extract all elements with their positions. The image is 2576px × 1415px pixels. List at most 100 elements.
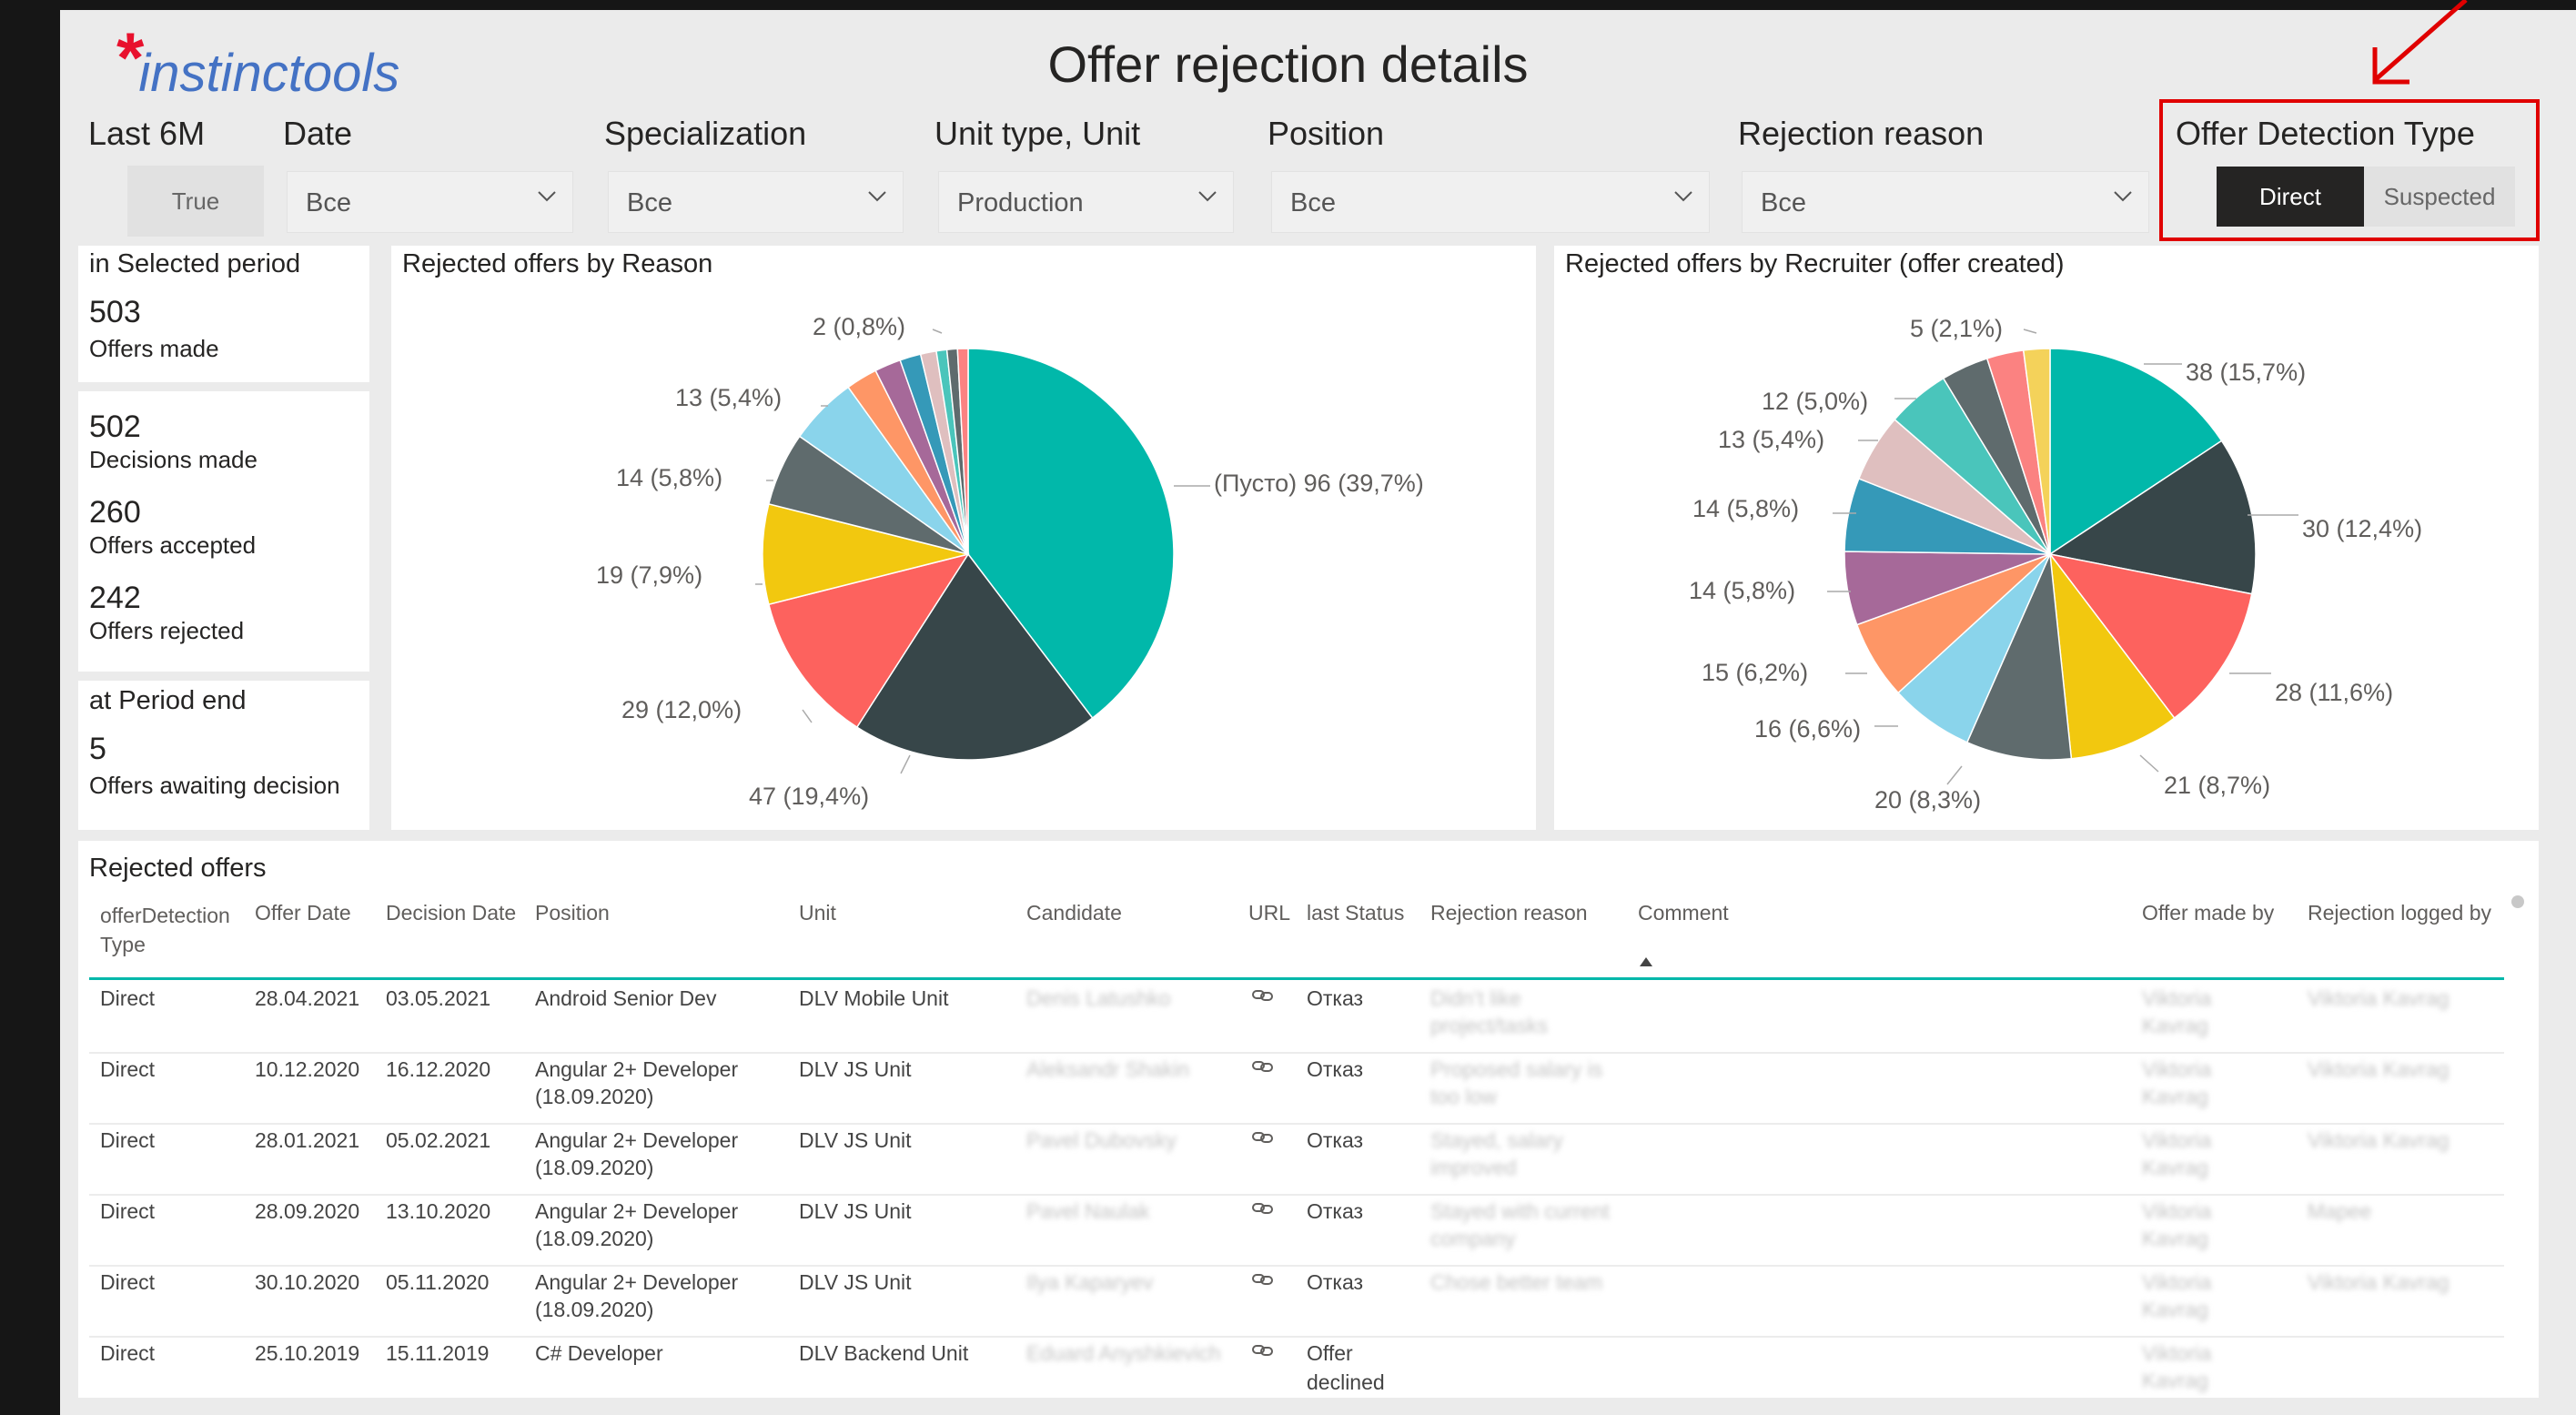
kpi-card-period-end: at Period end 5 Offers awaiting decision [78,681,369,830]
cell-made-by-redacted: Viktoria [2142,1341,2212,1365]
col-header-position[interactable]: Position [535,901,610,925]
cell-position-line2: (18.09.2020) [535,1298,654,1321]
cell-candidate-redacted: Ilya Kaparyev [1026,1270,1154,1294]
position-dropdown[interactable]: Все [1271,171,1710,233]
col-header-status[interactable]: last Status [1307,901,1404,925]
link-icon[interactable] [1251,1272,1275,1287]
pie-chart-reason[interactable] [391,246,1536,830]
pie-reason-label-3: 29 (12,0%) [621,696,742,723]
pie-recruiter-label-2: 30 (12,4%) [2302,515,2423,542]
cell-candidate-redacted: Pavel Naulak [1026,1199,1150,1223]
unit-dropdown[interactable]: Production [938,171,1234,233]
cell-made-by-redacted: Kavrag [2142,1298,2208,1321]
col-header-unit[interactable]: Unit [799,901,836,925]
cell-unit: DLV Backend Unit [799,1341,969,1365]
col-header-decision-date[interactable]: Decision Date [386,901,516,925]
cell-candidate-redacted: Eduard Anyshkievich [1026,1341,1221,1365]
cell-reason-redacted: Stayed with current [1430,1199,1610,1223]
link-icon[interactable] [1251,1059,1275,1074]
cell-type: Direct [100,1128,156,1152]
cell-type: Direct [100,986,156,1010]
cell-reason-redacted: Proposed salary is [1430,1057,1603,1081]
cell-reason-redacted: company [1430,1227,1516,1250]
chevron-down-icon [1674,191,1692,202]
scrollbar-thumb[interactable] [2511,895,2524,908]
link-icon[interactable] [1251,1343,1275,1358]
cell-made-by-redacted: Kavrag [2142,1227,2208,1250]
pie-reason-label-4: 19 (7,9%) [596,561,703,589]
cell-type: Direct [100,1057,156,1081]
pie-recruiter-label-4: 21 (8,7%) [2164,772,2271,799]
unit-dropdown-value: Production [957,188,1084,217]
cell-position: Angular 2+ Developer [535,1199,739,1223]
leader-line [2139,754,2159,773]
date-dropdown[interactable]: Все [287,171,573,233]
kpi-offers-rejected-value: 242 [89,581,141,615]
header-underline [89,977,2504,980]
kpi-offers-accepted-value: 260 [89,495,141,530]
sort-ascending-icon[interactable] [1640,957,1652,966]
pie-reason-label-6: 13 (5,4%) [675,384,783,411]
cell-logged-by-redacted: Viktoria Kavrag [2308,1128,2450,1152]
link-icon[interactable] [1251,1201,1275,1216]
leader-line [802,709,813,723]
cell-made-by-redacted: Viktoria [2142,1270,2212,1294]
specialization-dropdown[interactable]: Все [608,171,904,233]
kpi-offers-rejected-label: Offers rejected [89,617,245,644]
col-header-made-by[interactable]: Offer made by [2142,901,2274,925]
cell-status: Отказ [1307,1057,1364,1081]
col-header-comment[interactable]: Comment [1638,901,1729,925]
cell-status: Offer [1307,1341,1353,1365]
filter-last6m-label: Last 6M [88,115,206,152]
position-dropdown-value: Все [1290,188,1336,217]
col-header-type[interactable]: offerDetection Type [100,901,237,959]
cell-unit: DLV JS Unit [799,1128,912,1152]
kpi-selected-period-title: in Selected period [89,249,301,278]
chevron-down-icon [2114,191,2132,202]
last6m-toggle[interactable]: True [127,166,264,237]
pie-recruiter-label-8: 14 (5,8%) [1689,577,1796,604]
cell-decision-date: 05.02.2021 [386,1128,491,1152]
cell-position-line2: (18.09.2020) [535,1156,654,1179]
link-icon[interactable] [1251,988,1275,1003]
filter-rejection-reason-label: Rejection reason [1738,115,1985,152]
cell-reason-redacted: project/tasks [1430,1014,1549,1037]
leader-line [1946,765,1963,785]
col-header-reason[interactable]: Rejection reason [1430,901,1588,925]
col-header-candidate[interactable]: Candidate [1026,901,1122,925]
row-divider [89,1265,2504,1267]
filter-specialization-label: Specialization [604,115,807,152]
cell-position: Android Senior Dev [535,986,717,1010]
pie-recruiter-label-6: 16 (6,6%) [1754,715,1862,743]
cell-status-line2: declined [1307,1370,1385,1394]
pie-reason-label-7: 2 (0,8%) [813,313,906,340]
cell-position: Angular 2+ Developer [535,1270,739,1294]
kpi-offers-awaiting-label: Offers awaiting decision [89,772,340,799]
cell-made-by-redacted: Viktoria [2142,986,2212,1010]
cell-candidate-redacted: Aleksandr Shakin [1026,1057,1189,1081]
col-header-logged-by[interactable]: Rejection logged by [2308,901,2491,925]
kpi-card-decisions: 502 Decisions made 260 Offers accepted 2… [78,391,369,672]
pie-reason-label-2: 47 (19,4%) [749,783,870,810]
kpi-decisions-made-value: 502 [89,409,141,444]
cell-unit: DLV Mobile Unit [799,986,949,1010]
screen: *instinctools Offer rejection details La… [0,0,2576,1415]
detection-type-direct-button[interactable]: Direct [2217,167,2364,227]
rejection-reason-dropdown[interactable]: Все [1742,171,2149,233]
cell-made-by-redacted: Viktoria [2142,1199,2212,1223]
col-header-offer-date[interactable]: Offer Date [255,901,351,925]
detection-type-suspected-button[interactable]: Suspected [2364,167,2515,227]
cell-decision-date: 13.10.2020 [386,1199,491,1223]
link-icon[interactable] [1251,1130,1275,1145]
cell-position: C# Developer [535,1341,663,1365]
pie-recruiter-label-9: 14 (5,8%) [1692,495,1800,522]
kpi-period-end-title: at Period end [89,686,247,715]
cell-decision-date: 16.12.2020 [386,1057,491,1081]
cell-offer-date: 10.12.2020 [255,1057,360,1081]
pie-recruiter-label-10: 13 (5,4%) [1718,426,1825,453]
col-header-url[interactable]: URL [1248,901,1290,925]
row-divider [89,1052,2504,1054]
cell-position-line2: (18.09.2020) [535,1085,654,1108]
chevron-down-icon [538,191,556,202]
cell-status: Отказ [1307,1270,1364,1294]
